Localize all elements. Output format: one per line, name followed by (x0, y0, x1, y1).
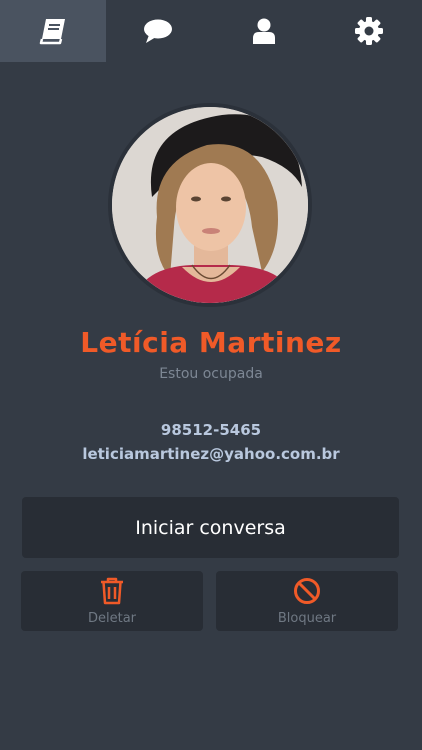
contact-email[interactable]: leticiamartinez@yahoo.com.br (0, 445, 422, 463)
block-icon (294, 578, 320, 604)
tab-chats[interactable] (106, 0, 212, 62)
tab-settings[interactable] (317, 0, 422, 62)
start-conversation-button[interactable]: Iniciar conversa (22, 497, 399, 558)
block-label: Bloquear (277, 611, 337, 626)
avatar[interactable] (112, 107, 308, 303)
gear-icon (355, 17, 384, 45)
delete-contact-button[interactable]: Deletar (21, 571, 203, 631)
contact-profile-screen: Letícia Martinez Estou ocupada 98512-546… (0, 0, 422, 750)
contact-phone[interactable]: 98512-5465 (0, 421, 422, 439)
block-contact-button[interactable]: Bloquear (216, 571, 398, 631)
avatar-frame (108, 103, 312, 307)
avatar-photo (112, 107, 308, 303)
book-icon (39, 19, 65, 45)
tab-contacts[interactable] (0, 0, 106, 62)
trash-icon (101, 577, 123, 605)
tab-profile[interactable] (211, 0, 317, 62)
contact-status: Estou ocupada (159, 366, 263, 382)
user-icon (252, 18, 275, 44)
chat-bubble-icon (144, 19, 173, 43)
top-tab-bar (0, 0, 422, 62)
start-conversation-label: Iniciar conversa (135, 516, 286, 539)
contact-name: Letícia Martinez (80, 326, 342, 359)
delete-label: Deletar (87, 611, 137, 626)
